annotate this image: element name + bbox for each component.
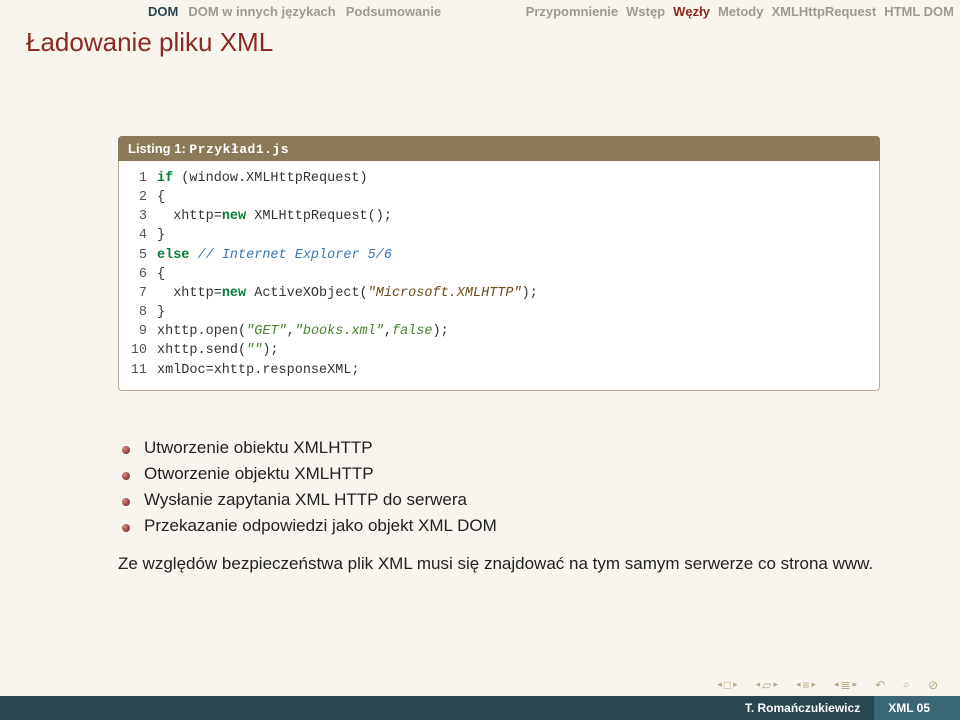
listing-label: Listing 1:: [128, 141, 186, 156]
line-number: 1: [129, 169, 157, 188]
code-line: 5else // Internet Explorer 5/6: [129, 246, 869, 265]
line-number: 4: [129, 226, 157, 245]
nav-prev-icon[interactable]: ◂▱▸: [756, 677, 778, 692]
nav-undo-icon[interactable]: ↶: [875, 677, 885, 692]
line-number: 11: [129, 361, 157, 380]
footer-author: T. Romańczukiewicz: [745, 701, 874, 715]
code-line: 9xhttp.open("GET","books.xml",false);: [129, 322, 869, 341]
line-code: }: [157, 303, 165, 322]
code-line: 6{: [129, 265, 869, 284]
line-code: {: [157, 188, 165, 207]
code-line: 10xhttp.send("");: [129, 341, 869, 360]
line-code: else // Internet Explorer 5/6: [157, 246, 392, 265]
list-item: Przekazanie odpowiedzi jako objekt XML D…: [118, 513, 880, 539]
nav-right-item[interactable]: Przypomnienie: [526, 4, 618, 19]
code-line: 1if (window.XMLHttpRequest): [129, 169, 869, 188]
slide-body: Listing 1: Przykład1.js 1if (window.XMLH…: [0, 136, 960, 576]
code-line: 11xmlDoc=xhttp.responseXML;: [129, 361, 869, 380]
line-code: xhttp.send("");: [157, 341, 279, 360]
line-code: xhttp.open("GET","books.xml",false);: [157, 322, 449, 341]
slide-nav-controls: ◂□▸ ◂▱▸ ◂≡▸ ◂≣▸ ↶ ⌕ ⊘: [717, 677, 938, 692]
line-number: 5: [129, 246, 157, 265]
listing-header: Listing 1: Przykład1.js: [118, 136, 880, 161]
code-line: 3 xhttp=new XMLHttpRequest();: [129, 207, 869, 226]
code-line: 4}: [129, 226, 869, 245]
code-listing: Listing 1: Przykład1.js 1if (window.XMLH…: [118, 136, 880, 391]
code-body: 1if (window.XMLHttpRequest)2{3 xhttp=new…: [118, 161, 880, 391]
nav-right-item[interactable]: Wstęp: [626, 4, 665, 19]
nav-left-group: DOM DOM w innych językach Podsumowanie: [6, 4, 441, 19]
line-number: 6: [129, 265, 157, 284]
page-title: Ładowanie pliku XML: [0, 21, 960, 72]
footer-doc: XML 05: [874, 696, 960, 720]
nav-first-icon[interactable]: ◂□▸: [717, 677, 737, 692]
line-code: xhttp=new ActiveXObject("Microsoft.XMLHT…: [157, 284, 538, 303]
nav-left-item[interactable]: DOM w innych językach: [188, 4, 335, 19]
code-line: 7 xhttp=new ActiveXObject("Microsoft.XML…: [129, 284, 869, 303]
top-nav: DOM DOM w innych językach Podsumowanie Prz…: [0, 0, 960, 21]
nav-right-item[interactable]: XMLHttpRequest: [771, 4, 876, 19]
nav-section-next-icon[interactable]: ◂≣▸: [834, 677, 857, 692]
nav-right-item[interactable]: HTML DOM: [884, 4, 954, 19]
line-number: 10: [129, 341, 157, 360]
line-number: 8: [129, 303, 157, 322]
footer-bar: T. Romańczukiewicz XML 05: [0, 696, 960, 720]
line-code: xmlDoc=xhttp.responseXML;: [157, 361, 360, 380]
code-line: 8}: [129, 303, 869, 322]
nav-section-prev-icon[interactable]: ◂≡▸: [796, 677, 816, 692]
nav-zoom-icon[interactable]: ⊘: [928, 677, 938, 692]
line-code: if (window.XMLHttpRequest): [157, 169, 368, 188]
list-item: Otworzenie objektu XMLHTTP: [118, 461, 880, 487]
line-code: {: [157, 265, 165, 284]
list-item: Utworzenie obiektu XMLHTTP: [118, 435, 880, 461]
summary-paragraph: Ze względów bezpieczeństwa plik XML musi…: [118, 553, 880, 576]
line-number: 2: [129, 188, 157, 207]
line-code: }: [157, 226, 165, 245]
line-code: xhttp=new XMLHttpRequest();: [157, 207, 392, 226]
line-number: 3: [129, 207, 157, 226]
nav-right-item[interactable]: Metody: [718, 4, 764, 19]
line-number: 9: [129, 322, 157, 341]
listing-filename: Przykład1.js: [189, 142, 289, 157]
list-item: Wysłanie zapytania XML HTTP do serwera: [118, 487, 880, 513]
line-number: 7: [129, 284, 157, 303]
bullet-list: Utworzenie obiektu XMLHTTPOtworzenie obj…: [118, 435, 880, 539]
nav-right-group: Przypomnienie Wstęp Węzły Metody XMLHttpRequ…: [526, 4, 954, 19]
nav-left-item[interactable]: DOM: [148, 4, 178, 19]
nav-search-icon[interactable]: ⌕: [903, 677, 910, 692]
code-line: 2{: [129, 188, 869, 207]
nav-left-item[interactable]: Podsumowanie: [346, 4, 441, 19]
nav-right-item[interactable]: Węzły: [673, 4, 710, 19]
